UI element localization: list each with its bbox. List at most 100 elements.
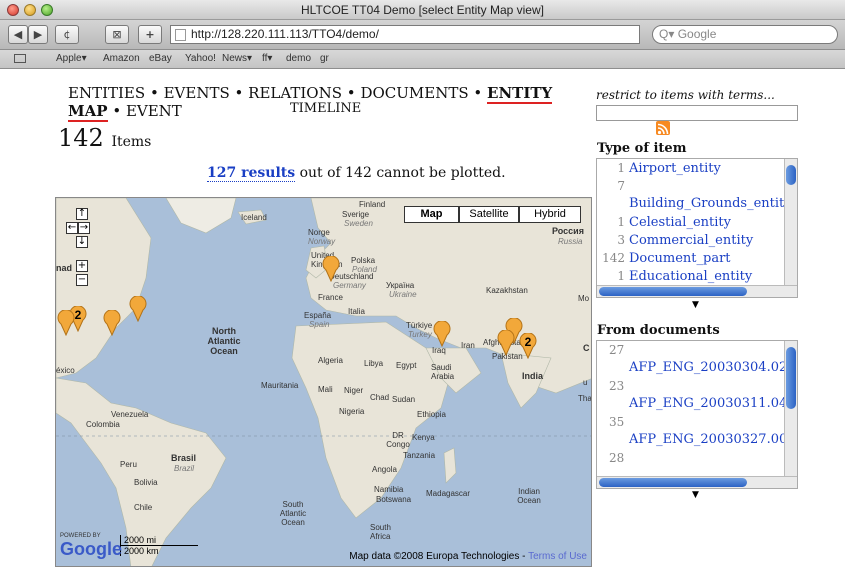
- map-type-map[interactable]: Map: [404, 206, 459, 223]
- back-button[interactable]: ◀: [8, 25, 28, 44]
- vertical-scroll-thumb[interactable]: [786, 347, 796, 409]
- add-bookmark-button[interactable]: +: [138, 25, 162, 44]
- map-label-iran: Iran: [461, 341, 475, 350]
- from-documents-list[interactable]: 27 AFP_ENG_20030304.02 23 AFP_ENG_200303…: [596, 340, 798, 489]
- entity-map[interactable]: Map Satellite Hybrid ↑ ← → ↓ + − Finland…: [55, 197, 592, 567]
- zoom-out-button[interactable]: −: [76, 274, 88, 286]
- list-item[interactable]: 35: [597, 413, 797, 431]
- doc-count: 27: [609, 343, 625, 357]
- bookmark-ebay[interactable]: eBay: [149, 50, 172, 68]
- bookmark-yahoo[interactable]: Yahoo!: [185, 50, 216, 68]
- map-label-norge: Norge: [308, 228, 330, 237]
- pan-up-button[interactable]: ↑: [76, 208, 88, 220]
- bookmark-news[interactable]: News▾: [222, 50, 252, 68]
- map-marker[interactable]: [56, 310, 76, 336]
- nav-event-timeline[interactable]: EVENT: [126, 102, 182, 120]
- expand-arrow-icon[interactable]: ▼: [692, 490, 699, 500]
- list-item[interactable]: 1 Celestial_entity: [597, 213, 797, 231]
- map-label-finland: Finland: [359, 200, 386, 209]
- horizontal-scroll-thumb[interactable]: [599, 478, 747, 487]
- map-label-niger: Niger: [344, 386, 364, 395]
- nav-entities[interactable]: ENTITIES: [68, 84, 145, 102]
- horizontal-scrollbar[interactable]: [597, 285, 797, 297]
- bookmark-amazon[interactable]: Amazon: [103, 50, 140, 68]
- item-label[interactable]: Educational_entity: [629, 269, 752, 284]
- zoom-in-button[interactable]: +: [76, 260, 88, 272]
- list-item[interactable]: 23: [597, 377, 797, 395]
- list-item[interactable]: 1 Educational_entity: [597, 267, 797, 285]
- list-item[interactable]: 7: [597, 177, 797, 195]
- map-label-spain: Spain: [309, 320, 330, 329]
- nav-documents[interactable]: DOCUMENTS: [360, 84, 468, 102]
- pan-left-button[interactable]: ←: [66, 222, 78, 234]
- nav-relations[interactable]: RELATIONS: [248, 84, 342, 102]
- list-item[interactable]: 142 Document_part: [597, 249, 797, 267]
- list-item[interactable]: 28: [597, 449, 797, 467]
- item-label[interactable]: Airport_entity: [629, 161, 721, 176]
- list-item[interactable]: Building_Grounds_entity: [597, 195, 797, 213]
- list-item[interactable]: AFP_ENG_20030311.04: [597, 395, 797, 413]
- horizontal-scroll-thumb[interactable]: [599, 287, 747, 296]
- map-label-polska: Polska: [351, 256, 376, 265]
- map-label-turkiye: Türkiye: [406, 321, 433, 330]
- map-label-iraq: Iraq: [432, 346, 446, 355]
- vertical-scrollbar[interactable]: [784, 341, 797, 478]
- item-label[interactable]: Building_Grounds_entity: [629, 196, 792, 211]
- map-label-ukraine: Ukraine: [389, 290, 417, 299]
- map-marker[interactable]: [432, 321, 452, 347]
- bookmark-ff[interactable]: ff▾: [262, 50, 272, 68]
- bookmark-apple[interactable]: Apple▾: [56, 50, 87, 68]
- pan-right-button[interactable]: →: [78, 222, 90, 234]
- item-label[interactable]: Celestial_entity: [629, 215, 731, 230]
- expand-arrow-icon[interactable]: ▼: [692, 300, 699, 310]
- map-label-sweden: Sweden: [344, 219, 373, 228]
- reload-button[interactable]: ¢: [55, 25, 79, 44]
- snapback-button[interactable]: ⊠: [105, 25, 129, 44]
- url-field[interactable]: http://128.220.111.113/TTO4/demo/: [170, 25, 640, 44]
- nav-separator: •: [234, 84, 244, 102]
- map-marker[interactable]: [102, 310, 122, 336]
- bookmark-demo[interactable]: demo: [286, 50, 311, 68]
- restrict-label: restrict to items with terms...: [596, 88, 775, 102]
- map-label-egypt: Egypt: [396, 361, 417, 370]
- bookmark-gr[interactable]: gr: [320, 50, 329, 68]
- map-type-hybrid[interactable]: Hybrid: [519, 206, 581, 223]
- map-label-mali: Mali: [318, 385, 333, 394]
- type-of-item-list[interactable]: 1 Airport_entity 7 Building_Grounds_entit…: [596, 158, 798, 298]
- map-marker[interactable]: [128, 296, 148, 322]
- list-item[interactable]: AFP_ENG_20030304.02: [597, 359, 797, 377]
- item-label[interactable]: Commercial_entity: [629, 233, 753, 248]
- doc-label[interactable]: AFP_ENG_20030311.04: [629, 396, 787, 411]
- forward-button[interactable]: ▶: [28, 25, 48, 44]
- zoom-window-button[interactable]: [41, 4, 53, 16]
- terms-input[interactable]: [596, 105, 798, 121]
- results-link[interactable]: 127 results: [207, 165, 296, 182]
- google-logo[interactable]: POWERED BY Google: [60, 533, 122, 560]
- terms-of-use-link[interactable]: Terms of Use: [528, 551, 587, 562]
- list-item[interactable]: 3 Commercial_entity: [597, 231, 797, 249]
- close-window-button[interactable]: [7, 4, 19, 16]
- map-type-satellite[interactable]: Satellite: [459, 206, 519, 223]
- item-count: 7: [617, 179, 625, 193]
- map-marker-cluster[interactable]: 2: [518, 333, 538, 359]
- browser-toolbar: ◀ ▶ ¢ ⊠ + http://128.220.111.113/TTO4/de…: [0, 20, 845, 50]
- nav-timeline-continued[interactable]: TIMELINE: [290, 101, 361, 116]
- list-item[interactable]: 27: [597, 341, 797, 359]
- search-field[interactable]: Q▾ Google: [652, 25, 838, 44]
- list-item[interactable]: AFP_ENG_20030327.00: [597, 431, 797, 449]
- nav-events[interactable]: EVENTS: [164, 84, 230, 102]
- vertical-scrollbar[interactable]: [784, 159, 797, 287]
- minimize-window-button[interactable]: [24, 4, 36, 16]
- map-marker[interactable]: [496, 330, 516, 356]
- doc-label[interactable]: AFP_ENG_20030327.00: [629, 432, 787, 447]
- bookmarks-book-icon[interactable]: [14, 54, 26, 63]
- list-item[interactable]: 1 Airport_entity: [597, 159, 797, 177]
- item-label[interactable]: Document_part: [629, 251, 731, 266]
- doc-label[interactable]: AFP_ENG_20030304.02: [629, 360, 787, 375]
- rss-icon[interactable]: [656, 121, 670, 135]
- pan-down-button[interactable]: ↓: [76, 236, 88, 248]
- results-text: out of 142 cannot be plotted.: [299, 165, 506, 181]
- horizontal-scrollbar[interactable]: [597, 476, 797, 488]
- vertical-scroll-thumb[interactable]: [786, 165, 796, 185]
- map-marker[interactable]: [321, 256, 341, 282]
